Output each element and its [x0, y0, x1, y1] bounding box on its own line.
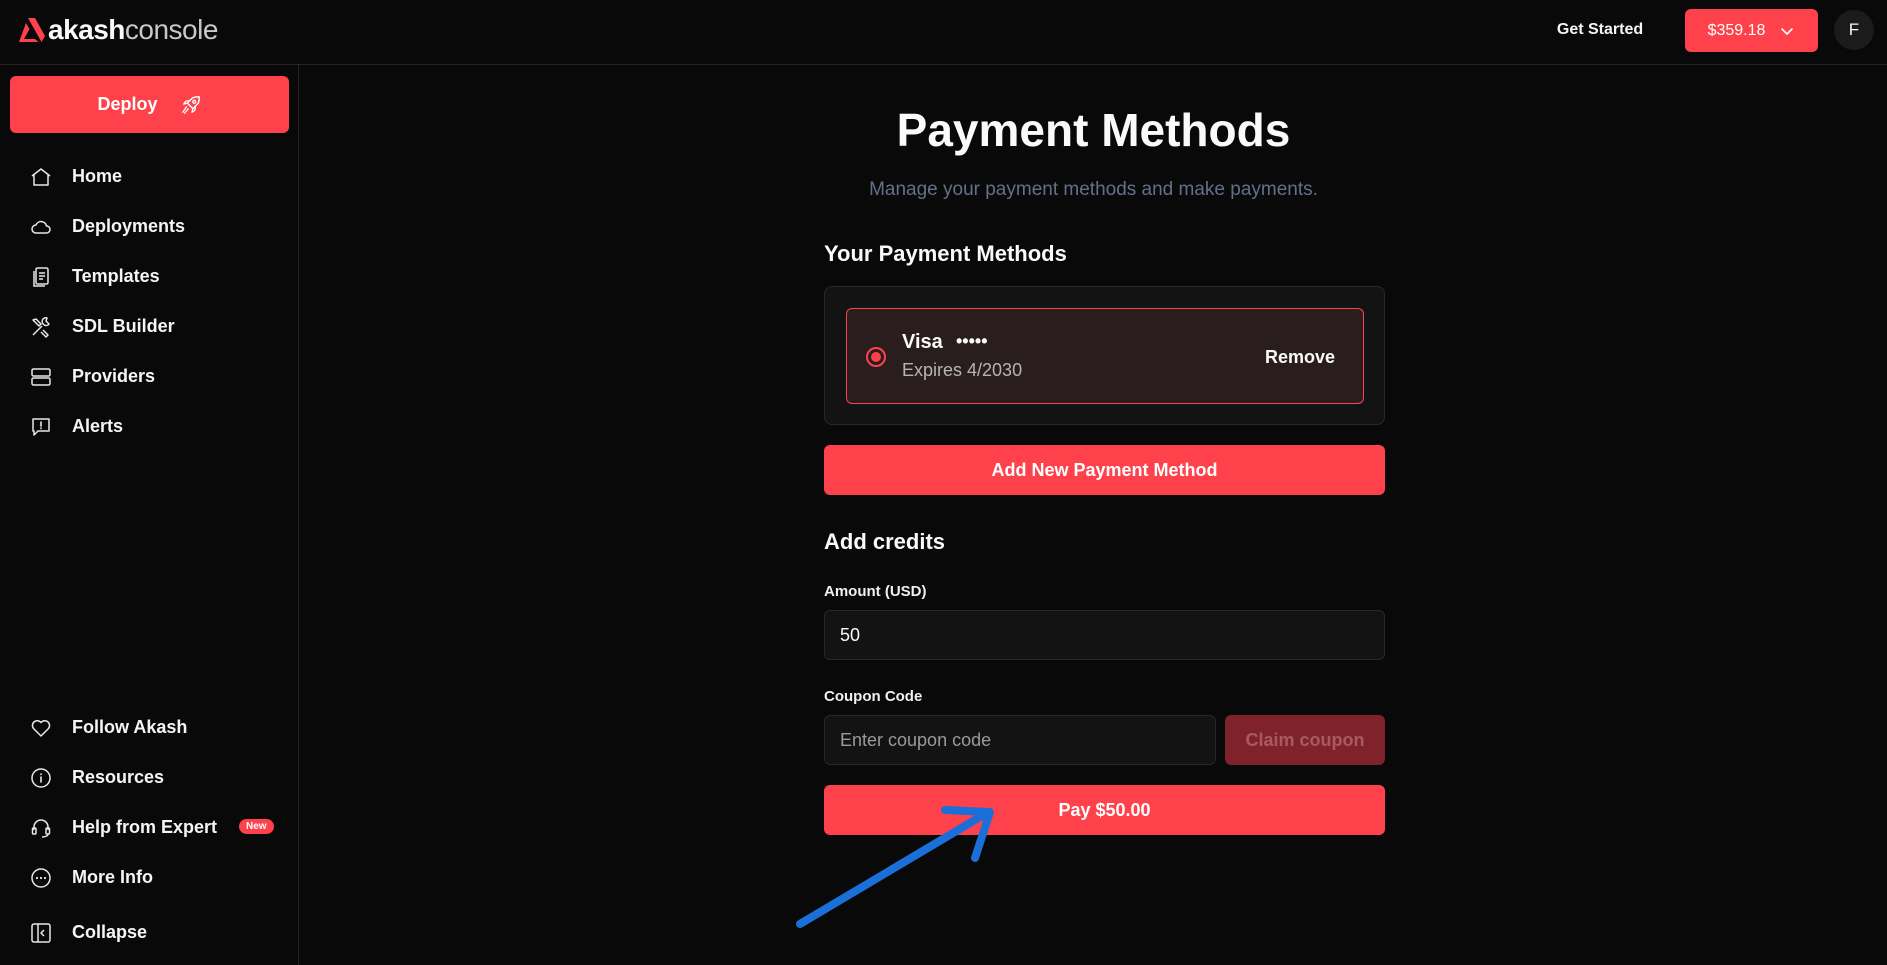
server-icon	[29, 365, 53, 389]
sidebar-collapse-icon	[29, 921, 53, 945]
page-subtitle: Manage your payment methods and make pay…	[869, 179, 1318, 200]
sidebar-item-alerts[interactable]: Alerts	[10, 405, 289, 447]
card-brand: Visa	[902, 331, 943, 353]
payment-method-card[interactable]: Visa ••••• Expires 4/2030 Remove	[846, 308, 1364, 404]
collapse-label: Collapse	[72, 921, 148, 942]
chevron-down-icon	[1781, 27, 1794, 35]
sidebar-collapse-button[interactable]: Collapse	[10, 911, 289, 953]
sidebar-item-resources[interactable]: Resources	[10, 756, 289, 798]
sidebar-item-label: Providers	[72, 365, 156, 386]
get-started-link[interactable]: Get Started	[1540, 14, 1660, 46]
add-credits-heading: Add credits	[824, 529, 946, 554]
heart-icon	[29, 716, 53, 740]
template-icon	[29, 265, 53, 289]
sidebar-item-label: Deployments	[72, 215, 186, 236]
headset-icon	[29, 816, 53, 840]
sidebar-item-label: SDL Builder	[72, 315, 175, 336]
radio-selected-dot	[871, 352, 881, 362]
wallet-balance-button[interactable]: $359.18	[1685, 9, 1818, 52]
sidebar: Deploy Home Deployments Templates SDL Bu…	[0, 65, 299, 965]
card-expiry: Expires 4/2030	[902, 360, 1023, 380]
sidebar-item-sdl-builder[interactable]: SDL Builder	[10, 305, 289, 347]
page-title: Payment Methods	[896, 104, 1291, 156]
amount-input[interactable]	[824, 610, 1385, 660]
top-bar: akash console Get Started $359.18 F	[0, 0, 1887, 65]
sidebar-item-follow-akash[interactable]: Follow Akash	[10, 706, 289, 748]
deploy-button[interactable]: Deploy	[10, 76, 289, 133]
user-avatar[interactable]: F	[1834, 10, 1874, 50]
sidebar-item-more-info[interactable]: More Info	[10, 856, 289, 898]
akash-console-logo[interactable]: akash console	[18, 14, 218, 46]
sidebar-item-label: Home	[72, 165, 123, 186]
deploy-button-label: Deploy	[97, 94, 158, 114]
sidebar-item-home[interactable]: Home	[10, 155, 289, 197]
more-icon	[29, 866, 53, 890]
payment-method-radio[interactable]	[866, 347, 886, 367]
cloud-icon	[29, 215, 53, 239]
sidebar-item-help-from-expert[interactable]: Help from Expert New	[10, 806, 289, 848]
rocket-icon	[181, 95, 200, 114]
sidebar-item-label: Help from Expert	[72, 816, 218, 837]
home-icon	[29, 165, 53, 189]
sidebar-item-deployments[interactable]: Deployments	[10, 205, 289, 247]
alert-message-icon	[29, 415, 53, 439]
amount-label: Amount (USD)	[824, 583, 927, 600]
sidebar-item-templates[interactable]: Templates	[10, 255, 289, 297]
remove-payment-method-button[interactable]: Remove	[1245, 337, 1355, 377]
add-new-payment-method-button[interactable]: Add New Payment Method	[824, 445, 1385, 495]
info-icon	[29, 766, 53, 790]
wallet-balance-value: $359.18	[1707, 21, 1766, 39]
main-content: Payment Methods Manage your payment meth…	[300, 65, 1887, 965]
coupon-code-input[interactable]	[824, 715, 1216, 765]
sidebar-item-label: Templates	[72, 265, 160, 286]
payment-methods-list: Visa ••••• Expires 4/2030 Remove	[824, 286, 1385, 425]
claim-coupon-button[interactable]: Claim coupon	[1225, 715, 1385, 765]
sidebar-item-label: Resources	[72, 766, 165, 787]
sidebar-item-label: Follow Akash	[72, 716, 188, 737]
akash-logo-icon	[19, 18, 45, 42]
pay-button[interactable]: Pay $50.00	[824, 785, 1385, 835]
sidebar-item-providers[interactable]: Providers	[10, 355, 289, 397]
logo-text-akash: akash	[48, 14, 125, 45]
sidebar-item-label: Alerts	[72, 415, 124, 436]
card-masked-number: •••••	[956, 331, 988, 351]
new-badge: New	[239, 819, 274, 834]
tools-icon	[29, 315, 53, 339]
your-payment-methods-heading: Your Payment Methods	[824, 241, 1067, 266]
logo-text-console: console	[124, 14, 219, 45]
coupon-code-label: Coupon Code	[824, 688, 923, 705]
sidebar-item-label: More Info	[72, 866, 153, 887]
